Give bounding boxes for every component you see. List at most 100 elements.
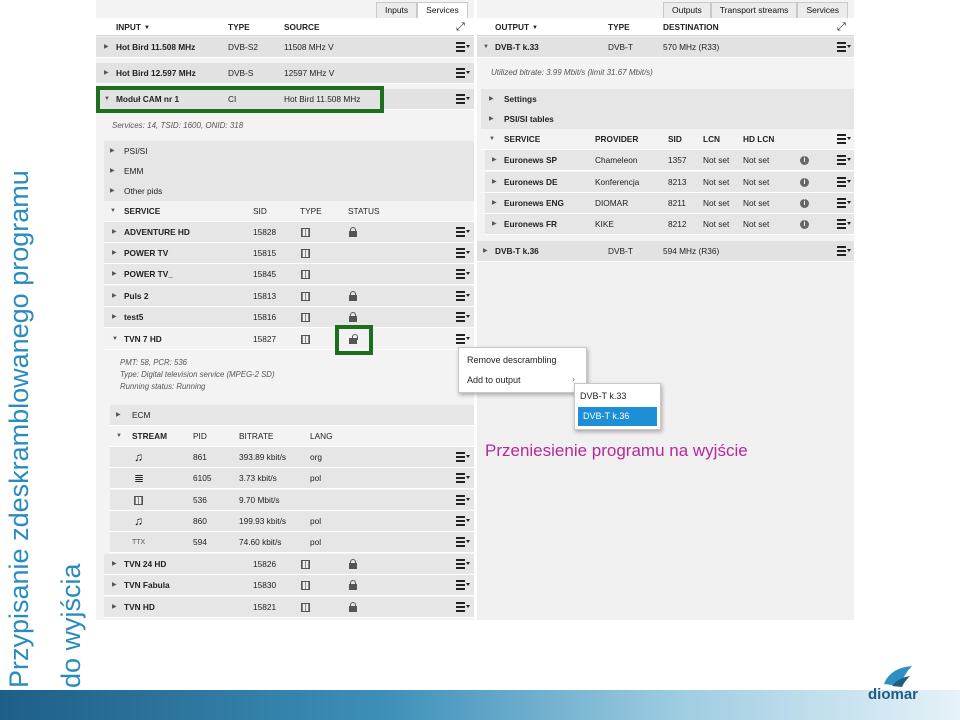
- collapse-arrow-icon[interactable]: ▼: [116, 426, 122, 447]
- expand-arrow-icon[interactable]: ▶: [112, 286, 117, 307]
- output-row[interactable]: ▼ DVB-T k.33 DVB-T 570 MHz (R33): [477, 37, 854, 58]
- col-type[interactable]: TYPE: [300, 201, 322, 222]
- menu-icon[interactable]: [837, 219, 851, 230]
- col-source[interactable]: SOURCE: [284, 18, 320, 36]
- expand-arrow-icon[interactable]: ▶: [104, 63, 109, 84]
- info-icon[interactable]: i: [800, 220, 809, 229]
- menu-icon[interactable]: [456, 473, 470, 484]
- stream-row[interactable]: 536 9.70 Mbit/s: [110, 490, 474, 511]
- stream-row[interactable]: ♫ 860 199.93 kbit/s pol: [110, 511, 474, 532]
- service-row[interactable]: ▶ TVN 24 HD 15826: [104, 554, 474, 575]
- menu-icon[interactable]: [837, 155, 851, 166]
- menu-icon[interactable]: [837, 198, 851, 209]
- collapse-arrow-icon[interactable]: ▼: [112, 329, 118, 350]
- service-row[interactable]: ▶ Puls 2 15813: [104, 286, 474, 307]
- output-service-row[interactable]: ▶ Euronews ENG DIOMAR 8211 Not set Not s…: [485, 193, 854, 214]
- expand-arrow-icon[interactable]: ▶: [492, 214, 497, 235]
- section-settings[interactable]: ▶ Settings: [481, 89, 854, 110]
- tab-inputs[interactable]: Inputs: [376, 2, 418, 18]
- menu-icon[interactable]: [456, 94, 470, 105]
- menu-icon[interactable]: [837, 246, 851, 257]
- menu-icon[interactable]: [456, 227, 470, 238]
- col-output[interactable]: OUTPUT: [495, 18, 529, 36]
- menu-icon[interactable]: [456, 537, 470, 548]
- expand-icon[interactable]: ⤢: [837, 21, 846, 34]
- menu-icon[interactable]: [456, 68, 470, 79]
- expand-arrow-icon[interactable]: ▶: [112, 597, 117, 618]
- info-icon[interactable]: i: [800, 199, 809, 208]
- col-status[interactable]: STATUS: [348, 201, 380, 222]
- service-row[interactable]: ▶ POWER TV 15815: [104, 243, 474, 264]
- service-row[interactable]: ▶ test5 15816: [104, 307, 474, 328]
- menu-icon[interactable]: [837, 42, 851, 53]
- stream-row[interactable]: TTX 594 74.60 kbit/s pol: [110, 532, 474, 553]
- menu-icon[interactable]: [456, 291, 470, 302]
- service-row[interactable]: ▶ ADVENTURE HD 15828: [104, 222, 474, 243]
- output-service-row[interactable]: ▶ Euronews SP Chameleon 1357 Not set Not…: [485, 150, 854, 171]
- menu-icon[interactable]: [837, 177, 851, 188]
- output-service-row[interactable]: ▶ Euronews FR KIKE 8212 Not set Not set …: [485, 214, 854, 235]
- service-row[interactable]: ▶ TVN Fabula 15830: [104, 575, 474, 596]
- col-lang[interactable]: LANG: [310, 426, 333, 447]
- expand-arrow-icon[interactable]: ▶: [112, 243, 117, 264]
- section-emm[interactable]: ▶ EMM: [104, 161, 474, 182]
- submenu-item-dvbt-k33[interactable]: DVB-T k.33: [575, 387, 660, 406]
- input-row[interactable]: ▶ Hot Bird 12.597 MHz DVB-S 12597 MHz V: [96, 63, 474, 84]
- tab-services[interactable]: Services: [797, 2, 849, 18]
- expand-arrow-icon[interactable]: ▶: [492, 193, 497, 214]
- menu-icon[interactable]: [837, 134, 851, 145]
- expand-arrow-icon[interactable]: ▶: [489, 89, 494, 110]
- menu-icon[interactable]: [456, 602, 470, 613]
- expand-arrow-icon[interactable]: ▶: [489, 109, 494, 130]
- col-type[interactable]: TYPE: [228, 18, 250, 36]
- col-sid[interactable]: SID: [253, 201, 267, 222]
- menu-icon[interactable]: [456, 452, 470, 463]
- collapse-arrow-icon[interactable]: ▼: [110, 201, 116, 222]
- output-service-row[interactable]: ▶ Euronews DE Konferencja 8213 Not set N…: [485, 172, 854, 193]
- stream-row[interactable]: ♫ 861 393.89 kbit/s org: [110, 447, 474, 468]
- expand-arrow-icon[interactable]: ▶: [483, 241, 488, 262]
- expand-arrow-icon[interactable]: ▶: [492, 150, 497, 171]
- menu-item-add-to-output[interactable]: Add to output: [459, 370, 586, 390]
- tab-outputs[interactable]: Outputs: [663, 2, 711, 18]
- col-lcn[interactable]: LCN: [703, 129, 720, 150]
- info-icon[interactable]: i: [800, 178, 809, 187]
- expand-arrow-icon[interactable]: ▶: [110, 141, 115, 162]
- menu-icon[interactable]: [456, 495, 470, 506]
- col-service[interactable]: SERVICE: [124, 201, 160, 222]
- service-row[interactable]: ▶ TVN HD 15821: [104, 597, 474, 618]
- info-icon[interactable]: i: [800, 156, 809, 165]
- col-provider[interactable]: PROVIDER: [595, 129, 638, 150]
- menu-item-remove-descrambling[interactable]: Remove descrambling: [459, 350, 586, 370]
- service-row-selected[interactable]: ▼ TVN 7 HD 15827: [104, 329, 474, 350]
- tab-services[interactable]: Services: [417, 2, 468, 18]
- menu-icon[interactable]: [456, 580, 470, 591]
- section-psisi-tables[interactable]: ▶ PSI/SI tables: [481, 109, 854, 130]
- section-psisi[interactable]: ▶ PSI/SI: [104, 141, 474, 162]
- menu-icon[interactable]: [456, 312, 470, 323]
- expand-arrow-icon[interactable]: ▶: [112, 575, 117, 596]
- collapse-arrow-icon[interactable]: ▼: [489, 129, 495, 150]
- submenu-item-dvbt-k36[interactable]: DVB-T k.36: [578, 407, 657, 426]
- menu-icon[interactable]: [456, 42, 470, 53]
- menu-icon[interactable]: [456, 334, 470, 345]
- col-type[interactable]: TYPE: [608, 18, 630, 36]
- input-row[interactable]: ▶ Hot Bird 11.508 MHz DVB-S2 11508 MHz V: [96, 37, 474, 58]
- col-stream[interactable]: STREAM: [132, 426, 167, 447]
- col-input[interactable]: INPUT: [116, 18, 141, 36]
- expand-arrow-icon[interactable]: ▶: [492, 172, 497, 193]
- menu-icon[interactable]: [456, 269, 470, 280]
- output-row[interactable]: ▶ DVB-T k.36 DVB-T 594 MHz (R36): [477, 241, 854, 262]
- service-row[interactable]: ▶ POWER TV_ 15845: [104, 264, 474, 285]
- collapse-arrow-icon[interactable]: ▼: [483, 37, 489, 58]
- tab-transport-streams[interactable]: Transport streams: [710, 2, 798, 18]
- menu-icon[interactable]: [456, 248, 470, 259]
- expand-arrow-icon[interactable]: ▶: [112, 222, 117, 243]
- expand-arrow-icon[interactable]: ▶: [112, 554, 117, 575]
- expand-arrow-icon[interactable]: ▶: [110, 181, 115, 202]
- col-sid[interactable]: SID: [668, 129, 682, 150]
- section-other-pids[interactable]: ▶ Other pids: [104, 181, 474, 202]
- stream-row[interactable]: ≣ 6105 3.73 kbit/s pol: [110, 468, 474, 489]
- col-destination[interactable]: DESTINATION: [663, 18, 719, 36]
- section-ecm[interactable]: ▶ ECM: [110, 405, 474, 426]
